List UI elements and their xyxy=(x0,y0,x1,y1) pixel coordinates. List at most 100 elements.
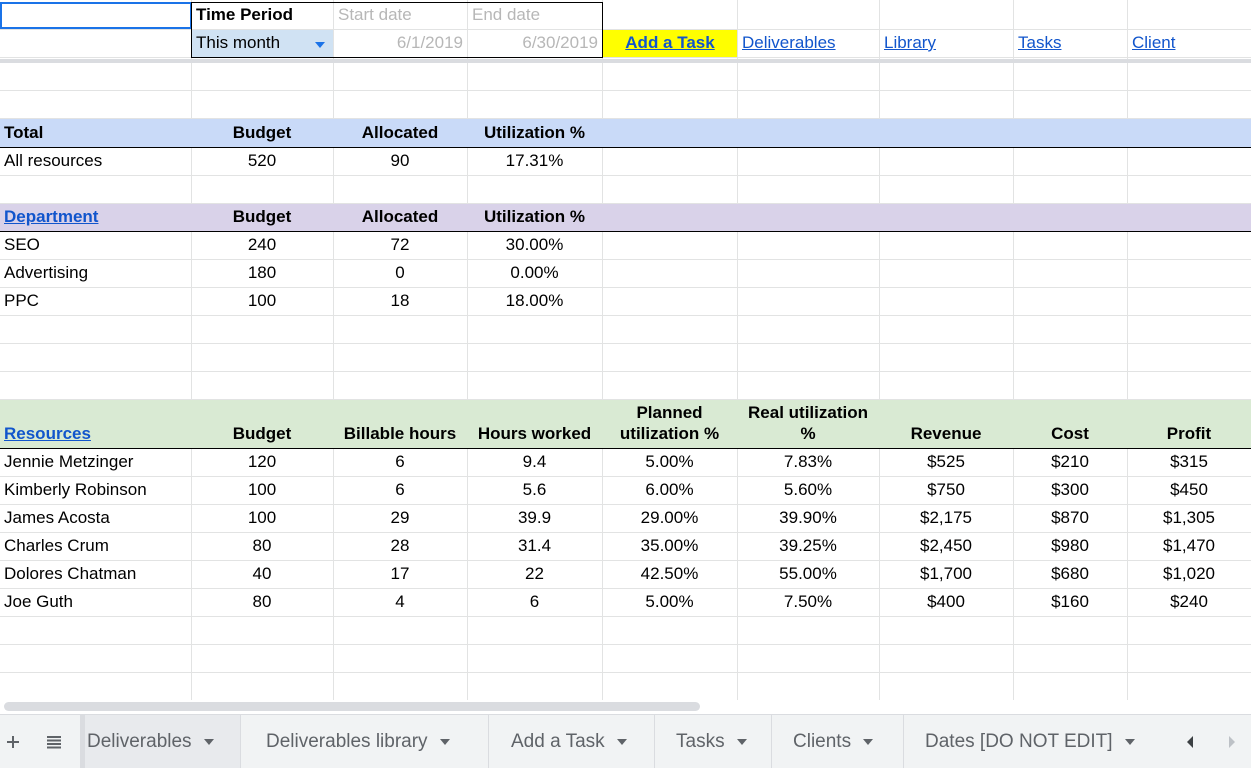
profit-value: $1,305 xyxy=(1163,508,1215,527)
resource-name: Charles Crum xyxy=(4,536,109,555)
plus-icon[interactable] xyxy=(0,715,26,769)
budget-value: 520 xyxy=(247,151,277,170)
utilization-value: 30.00% xyxy=(505,235,564,254)
tab-deliverables[interactable]: Deliverables xyxy=(85,715,241,768)
time-period-dropdown[interactable]: This month xyxy=(192,30,333,57)
tab-label: Add a Task xyxy=(511,730,605,752)
tab-label: Deliverables xyxy=(87,730,192,752)
allocated-value: 0 xyxy=(395,263,405,282)
real-utilization-value: 55.00% xyxy=(779,564,837,583)
add-task-link-cell[interactable]: Add a Task xyxy=(603,30,737,57)
deliverables-link[interactable]: Deliverables xyxy=(742,33,836,53)
profit-value: $1,020 xyxy=(1163,564,1215,583)
department-header[interactable]: Department xyxy=(0,204,191,231)
revenue-value: $750 xyxy=(927,480,965,499)
table-row: James Acosta 100 29 39.9 29.00% 39.90% $2,175 $… xyxy=(0,505,1251,533)
start-date-value[interactable]: 6/1/2019 xyxy=(334,30,467,57)
dropdown-arrow-icon[interactable] xyxy=(315,41,325,48)
library-link-cell[interactable]: Library xyxy=(880,30,1013,57)
billable-hours-header: Billable hours xyxy=(343,424,457,443)
revenue-value: $1,700 xyxy=(920,564,972,583)
hours-worked-value: 22 xyxy=(525,564,544,583)
chevron-down-icon[interactable] xyxy=(616,738,627,745)
tab-clients[interactable]: Clients xyxy=(772,715,904,768)
sheet-row xyxy=(0,617,1251,645)
client-link-cell[interactable]: Client xyxy=(1128,30,1251,57)
row-label: SEO xyxy=(4,235,40,254)
deliverables-link-cell[interactable]: Deliverables xyxy=(738,30,879,57)
total-header-row: Total Budget Allocated Utilization % xyxy=(0,119,1251,148)
tab-tasks[interactable]: Tasks xyxy=(655,715,772,768)
cost-header: Cost xyxy=(1051,424,1089,443)
chevron-down-icon[interactable] xyxy=(863,738,874,745)
billable-hours-value: 28 xyxy=(390,536,410,555)
resources-link[interactable]: Resources xyxy=(4,424,91,444)
chevron-down-icon[interactable] xyxy=(203,738,214,745)
hours-worked-value: 6 xyxy=(529,592,540,611)
list-icon[interactable] xyxy=(40,715,68,769)
chevron-right-icon[interactable] xyxy=(1220,715,1244,769)
time-period-value: This month xyxy=(196,33,281,52)
utilization-value: 18.00% xyxy=(505,291,564,310)
cost-value: $870 xyxy=(1051,508,1089,527)
cost-value: $210 xyxy=(1051,452,1089,471)
planned-utilization-value: 5.00% xyxy=(645,592,694,611)
budget-value: 80 xyxy=(252,592,272,611)
billable-hours-value: 4 xyxy=(395,592,405,611)
profit-value: $450 xyxy=(1170,480,1208,499)
chevron-down-icon[interactable] xyxy=(1124,738,1135,745)
cost-value: $680 xyxy=(1051,564,1089,583)
real-utilization-value: 7.50% xyxy=(783,592,833,611)
resource-name: Dolores Chatman xyxy=(4,564,137,583)
resource-name: Jennie Metzinger xyxy=(4,452,134,471)
sheet-row xyxy=(0,63,1251,91)
tab-add-a-task[interactable]: Add a Task xyxy=(489,715,655,768)
tab-label: Clients xyxy=(793,730,852,752)
resources-header[interactable]: Resources xyxy=(0,400,191,448)
utilization-header: Utilization % xyxy=(483,207,586,226)
tasks-link-cell[interactable]: Tasks xyxy=(1014,30,1127,57)
end-date-value[interactable]: 6/30/2019 xyxy=(468,30,602,57)
resource-name: Kimberly Robinson xyxy=(4,480,147,499)
cost-value: $300 xyxy=(1051,480,1089,499)
allocated-value: 72 xyxy=(390,235,410,254)
real-utilization-value: 5.60% xyxy=(783,480,833,499)
tab-deliverables-library[interactable]: Deliverables library xyxy=(241,715,489,768)
real-utilization-value: 39.90% xyxy=(779,508,837,527)
hours-worked-header: Hours worked xyxy=(477,424,592,443)
table-row: SEO 240 72 30.00% xyxy=(0,232,1251,260)
real-utilization-header: Real utilization % xyxy=(748,403,868,443)
budget-value: 100 xyxy=(247,508,277,527)
budget-value: 120 xyxy=(247,452,277,471)
revenue-value: $2,450 xyxy=(920,536,972,555)
planned-utilization-value: 35.00% xyxy=(640,536,699,555)
tab-label: Tasks xyxy=(676,730,725,752)
utilization-value: 17.31% xyxy=(505,151,564,170)
table-row: PPC 100 18 18.00% xyxy=(0,288,1251,316)
billable-hours-value: 6 xyxy=(395,452,405,471)
chevron-down-icon[interactable] xyxy=(439,738,450,745)
horizontal-scrollbar[interactable] xyxy=(0,700,1251,714)
budget-value: 240 xyxy=(247,235,277,254)
scrollbar-thumb[interactable] xyxy=(4,702,700,711)
add-task-link[interactable]: Add a Task xyxy=(625,33,714,53)
allocated-header: Allocated xyxy=(361,123,439,142)
profit-header: Profit xyxy=(1166,424,1212,443)
client-link[interactable]: Client xyxy=(1132,33,1175,53)
budget-header: Budget xyxy=(232,424,292,443)
tab-dates[interactable]: Dates [DO NOT EDIT] xyxy=(904,715,1164,768)
allocated-header: Allocated xyxy=(361,207,439,226)
resource-name: James Acosta xyxy=(4,508,110,527)
spreadsheet-grid: Time Period Start date End date This mon… xyxy=(0,0,1251,700)
sheet-row xyxy=(0,645,1251,673)
profit-value: $240 xyxy=(1170,592,1208,611)
tasks-link[interactable]: Tasks xyxy=(1018,33,1061,53)
library-link[interactable]: Library xyxy=(884,33,936,53)
department-link[interactable]: Department xyxy=(4,207,98,227)
chevron-down-icon[interactable] xyxy=(736,738,747,745)
row-label: PPC xyxy=(4,291,39,310)
selected-cell[interactable] xyxy=(0,2,192,29)
hours-worked-value: 31.4 xyxy=(517,536,552,555)
budget-value: 180 xyxy=(247,263,277,282)
chevron-left-icon[interactable] xyxy=(1178,715,1202,769)
